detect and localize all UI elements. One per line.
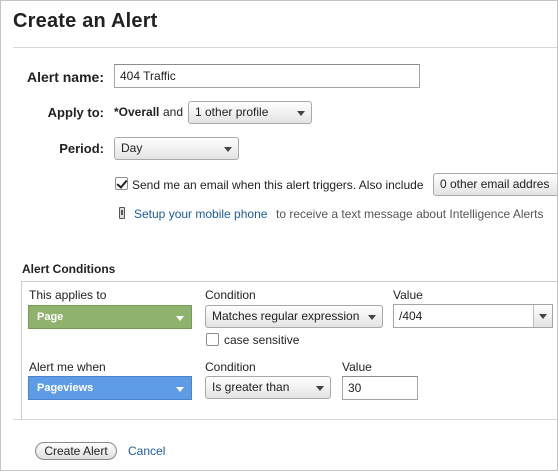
mobile-description: to receive a text message about Intellig… [276, 207, 544, 221]
condition-label-2: Condition [205, 360, 256, 374]
value-label-2: Value [342, 360, 372, 374]
value-input-2[interactable] [342, 376, 418, 400]
email-alert-checkbox[interactable] [115, 177, 128, 190]
alert-me-when-select-value: Pageviews [37, 382, 94, 394]
chevron-down-icon [297, 111, 305, 116]
period-label: Period: [59, 141, 104, 156]
overall-profile-text: *Overall [114, 105, 160, 119]
chevron-down-icon [368, 315, 376, 320]
applies-to-select-value: Page [37, 311, 64, 323]
chevron-down-icon [539, 314, 547, 319]
alert-name-label: Alert name: [26, 69, 104, 85]
condition-select-2-value: Is greater than [212, 380, 290, 394]
other-profile-select[interactable]: 1 other profile [188, 101, 312, 124]
chevron-down-icon [316, 386, 324, 391]
condition-select-1-value: Matches regular expression [212, 309, 360, 323]
title-divider [13, 47, 557, 48]
cancel-link[interactable]: Cancel [128, 444, 165, 458]
applies-to-label: This applies to [29, 288, 107, 302]
value-combo-1-text: /404 [399, 309, 423, 323]
case-sensitive-checkbox[interactable] [206, 333, 219, 346]
apply-to-label: Apply to: [47, 105, 104, 120]
create-alert-button[interactable]: Create Alert [35, 442, 117, 460]
period-select-value: Day [121, 141, 143, 155]
create-alert-dialog: Create an Alert Alert name: Apply to: *O… [0, 0, 558, 471]
other-profile-select-value: 1 other profile [195, 105, 269, 119]
mobile-phone-icon [119, 207, 125, 219]
value-combo-1[interactable]: /404 [393, 304, 553, 328]
chevron-down-icon [176, 316, 184, 321]
period-select[interactable]: Day [114, 137, 239, 160]
email-alert-text: Send me an email when this alert trigger… [132, 178, 424, 192]
value-label-1: Value [393, 288, 423, 302]
and-text: and [163, 105, 184, 119]
applies-to-select[interactable]: Page [28, 305, 192, 329]
other-email-select[interactable]: 0 other email addres [433, 173, 557, 196]
alert-me-when-select[interactable]: Pageviews [28, 376, 192, 400]
alert-me-when-label: Alert me when [29, 360, 106, 374]
condition-label-1: Condition [205, 288, 256, 302]
alert-conditions-title: Alert Conditions [22, 262, 116, 276]
case-sensitive-label: case sensitive [224, 333, 300, 347]
chevron-down-icon [176, 387, 184, 392]
checkmark-icon [116, 177, 128, 189]
dialog-title: Create an Alert [13, 10, 158, 32]
chevron-down-icon [224, 147, 232, 152]
other-email-select-value: 0 other email addres [440, 177, 550, 191]
alert-name-input[interactable] [114, 64, 420, 88]
condition-select-2[interactable]: Is greater than [205, 376, 331, 399]
value-combo-1-button[interactable] [533, 305, 552, 327]
condition-select-1[interactable]: Matches regular expression [205, 305, 383, 328]
setup-mobile-link[interactable]: Setup your mobile phone [134, 207, 267, 221]
footer-divider [13, 419, 557, 420]
